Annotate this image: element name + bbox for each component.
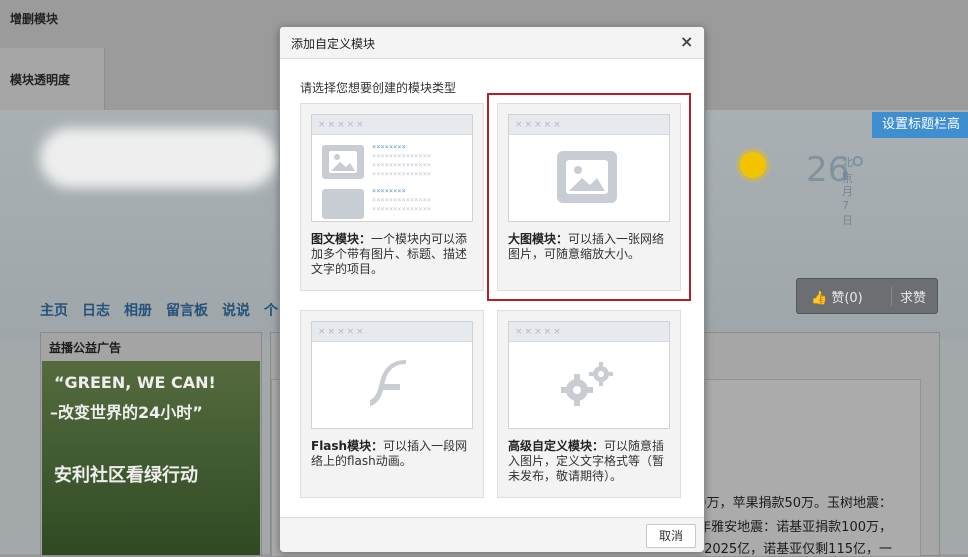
nav-home[interactable]: 主页 — [40, 303, 68, 319]
side-module-title: 益播公益广告 — [49, 341, 122, 355]
set-title-bar-button[interactable]: 设置标题栏高 — [872, 112, 968, 138]
thumb-titlebar: ××××× — [312, 322, 472, 342]
news-line-1: 0万，苹果捐款50万。玉树地震： — [698, 496, 892, 511]
card-big-image-module[interactable]: ××××× 大图模块：可以插入一张网络图片，可随意缩放大小。 — [487, 93, 691, 301]
dialog-footer: 取消 — [280, 517, 704, 552]
thumb-titlebar: ××××× — [312, 115, 472, 135]
blurred-profile-name — [40, 128, 276, 188]
weather-temperature: 26° — [806, 150, 867, 190]
dialog-header: 添加自定义模块 × — [280, 27, 704, 59]
flash-thumbnail: ××××× — [311, 321, 473, 429]
main-nav: 主页 日志 相册 留言板 说说个 — [40, 300, 292, 320]
dialog-title: 添加自定义模块 — [291, 37, 376, 51]
card-description: 高级自定义模块：可以随意插入图片，定义文字格式等（暂未发布，敬请期待）。 — [508, 439, 672, 484]
card-flash-module[interactable]: ××××× Flash模块：可以插入一段网络上的flash动画。 — [300, 310, 484, 498]
image-text-thumbnail: ××××× ×××××××× ×××××××××××××× ××××××××××… — [311, 114, 473, 222]
sun-icon — [740, 152, 766, 178]
ad-line-2: –改变世界的24小时” — [50, 403, 203, 422]
advanced-thumbnail: ××××× — [508, 321, 670, 429]
card-name: 大图模块： — [508, 232, 569, 246]
side-module: 益播公益广告 “GREEN, WE CAN! –改变世界的24小时” 安利社区看… — [40, 332, 262, 556]
card-name: 图文模块： — [311, 232, 372, 246]
nav-album[interactable]: 相册 — [124, 303, 152, 319]
thumbs-up-icon: 👍 — [811, 291, 828, 306]
nav-blog[interactable]: 日志 — [82, 303, 110, 319]
nav-more[interactable]: 个 — [264, 303, 278, 319]
text-placeholder-block: ×××××××× ×××××××××××××× ×××××××××××××× — [372, 187, 432, 213]
news-line-2: 年雅安地震：诺基亚捐款100万， — [698, 520, 892, 535]
news-line-3: 2025亿，诺基亚仅剩115亿，一 — [704, 542, 892, 557]
weather-date: 5月7日 — [842, 170, 853, 227]
ad-line-1: “GREEN, WE CAN! — [54, 373, 216, 392]
card-description: Flash模块：可以插入一段网络上的flash动画。 — [311, 439, 475, 469]
big-image-thumbnail: ××××× — [508, 114, 670, 222]
tab-module-transparency-label: 模块透明度 — [10, 73, 71, 87]
ad-banner[interactable]: “GREEN, WE CAN! –改变世界的24小时” 安利社区看绿行动 — [42, 361, 260, 555]
tab-add-remove-modules[interactable]: 增删模块 — [10, 10, 58, 27]
flash-icon — [368, 360, 412, 414]
close-icon[interactable]: × — [680, 32, 693, 51]
text-placeholder-block: ×××××××× ×××××××××××××× ×××××××××××××× ×… — [372, 143, 432, 178]
thumb-titlebar: ××××× — [509, 322, 669, 342]
card-image-text-module[interactable]: ××××× ×××××××× ×××××××××××××× ××××××××××… — [300, 103, 484, 291]
dialog-subtitle: 请选择您想要创建的模块类型 — [300, 81, 457, 95]
cancel-button[interactable]: 取消 — [646, 524, 696, 548]
like-label: 赞(0) — [831, 291, 863, 306]
image-placeholder-icon — [557, 151, 617, 203]
card-name: 高级自定义模块： — [508, 439, 605, 453]
card-description: 大图模块：可以插入一张网络图片，可随意缩放大小。 — [508, 232, 672, 262]
image-placeholder-icon — [322, 145, 364, 179]
gear-icon — [559, 360, 619, 414]
add-custom-module-dialog: 添加自定义模块 × 请选择您想要创建的模块类型 ××××× ×××××××× ×… — [279, 26, 705, 552]
ad-line-3: 安利社区看绿行动 — [54, 465, 198, 486]
nav-guestbook[interactable]: 留言板 — [166, 303, 208, 319]
card-advanced-module[interactable]: ××××× 高级自定义模块：可以随意插入图片，定义文字格式等（暂未发布，敬请期待… — [497, 310, 681, 498]
card-description: 图文模块：一个模块内可以添加多个带有图片、标题、描述文字的项目。 — [311, 232, 475, 277]
tab-module-transparency[interactable]: 模块透明度 — [0, 48, 105, 110]
image-placeholder-icon — [322, 189, 364, 219]
nav-shuoshuo[interactable]: 说说 — [222, 303, 250, 319]
like-button[interactable]: 👍 赞(0) — [811, 287, 863, 306]
like-box: 👍 赞(0) 求赞 — [796, 278, 938, 314]
card-name: Flash模块： — [311, 439, 384, 453]
ask-like-button[interactable]: 求赞 — [891, 287, 926, 306]
thumb-titlebar: ××××× — [509, 115, 669, 135]
